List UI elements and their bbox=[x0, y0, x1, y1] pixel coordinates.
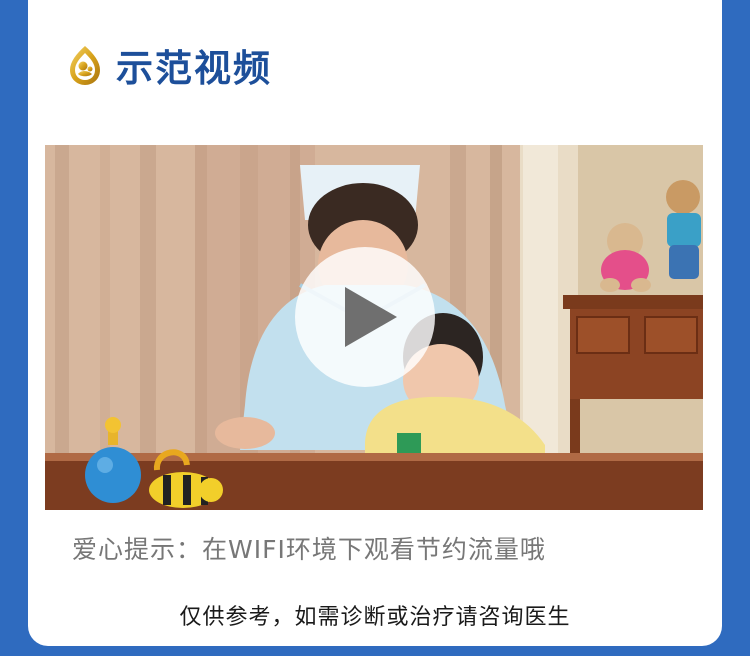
demo-video-player[interactable] bbox=[45, 145, 703, 510]
medical-disclaimer-text: 仅供参考，如需诊断或治疗请咨询医生 bbox=[179, 605, 571, 630]
section-header: 示范视频 bbox=[68, 40, 272, 90]
play-icon bbox=[345, 287, 397, 347]
section-title: 示范视频 bbox=[116, 47, 272, 90]
play-button[interactable] bbox=[295, 247, 435, 387]
mother-baby-logo-icon bbox=[70, 46, 100, 85]
content-card: 示范视频 爱心提示：在WIFI环境下观看节约流量哦 仅供参考，如需诊断或治疗请咨… bbox=[28, 0, 722, 646]
wifi-tip-text: 爱心提示：在WIFI环境下观看节约流量哦 bbox=[72, 535, 546, 564]
